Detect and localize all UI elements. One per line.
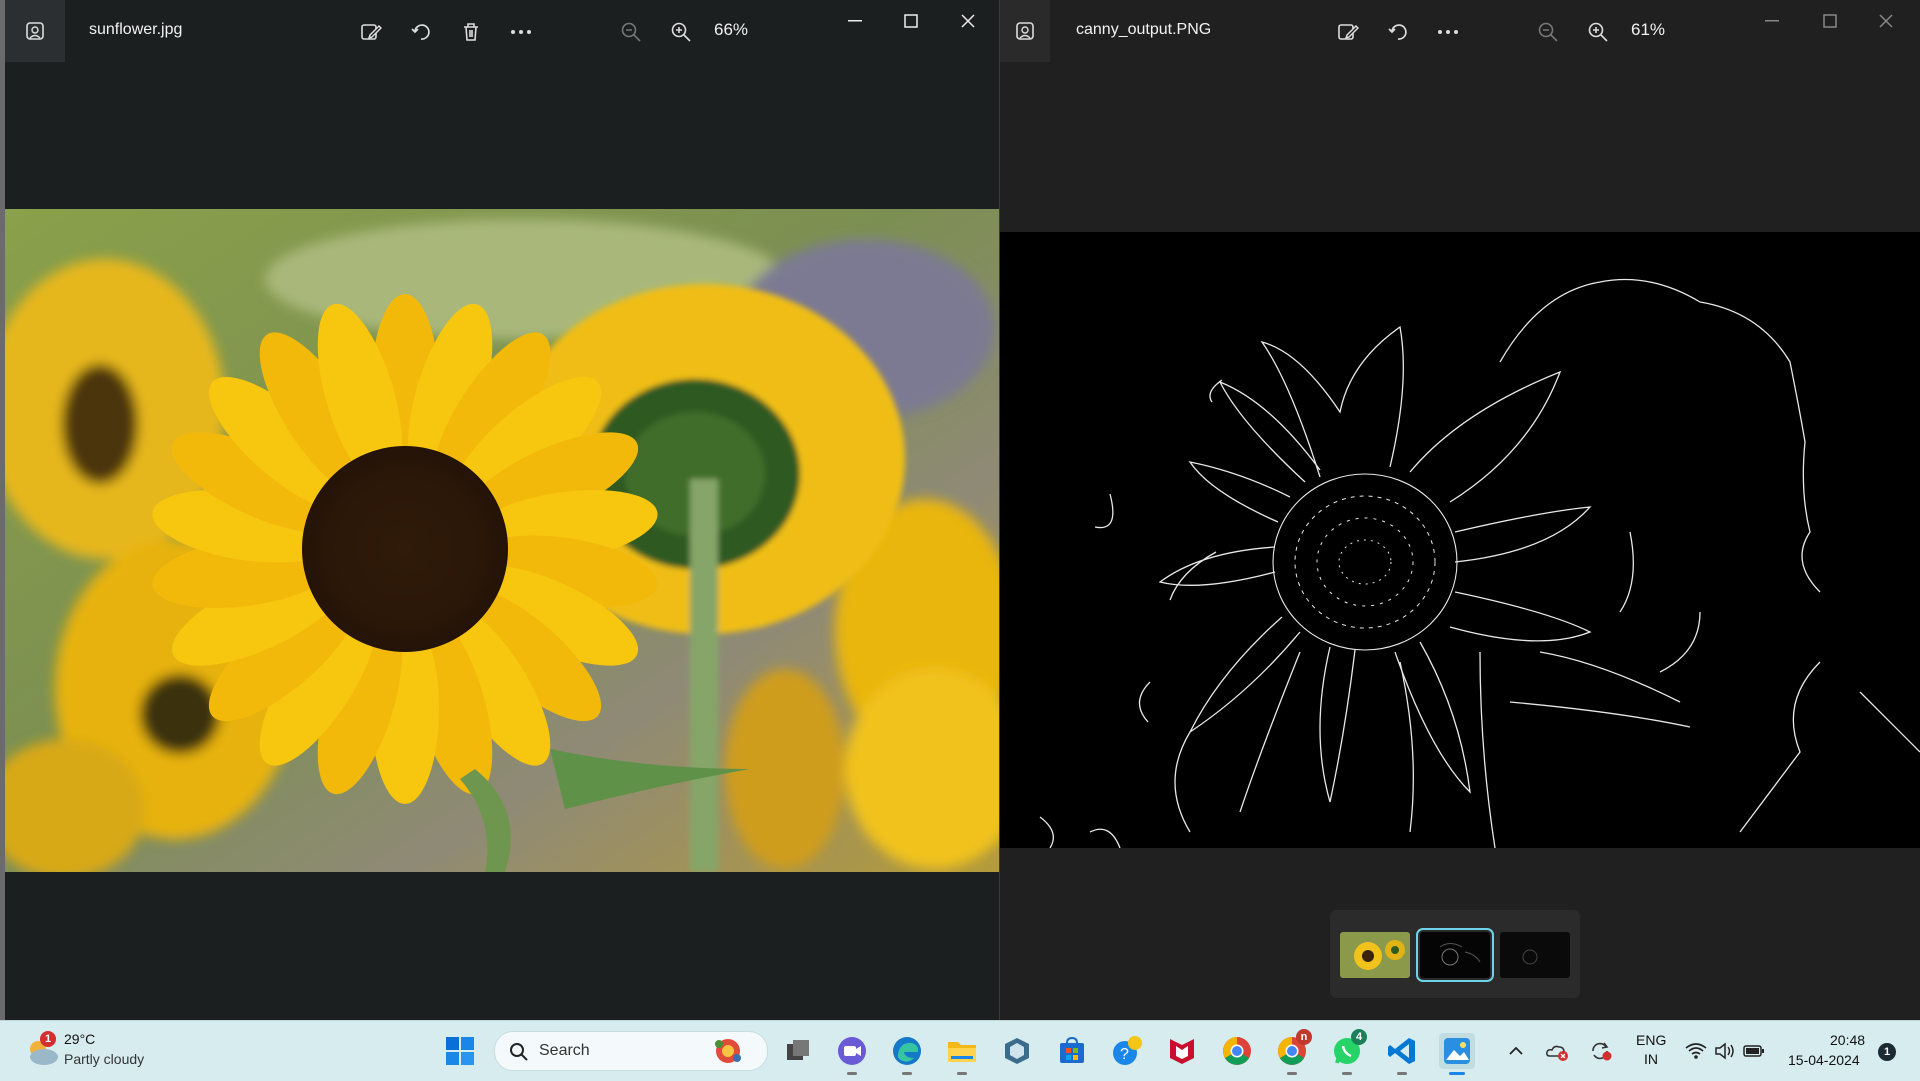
running-indicator [957, 1072, 967, 1075]
sync-icon[interactable] [1588, 1033, 1614, 1069]
edit-image-icon[interactable] [1332, 16, 1364, 48]
minimize-icon[interactable] [833, 6, 877, 36]
thumbnail-canny-output[interactable] [1416, 928, 1494, 982]
vpn-app-icon[interactable] [999, 1033, 1035, 1069]
zoom-out-icon[interactable] [1532, 16, 1564, 48]
delete-icon[interactable] [455, 16, 487, 48]
photos-app-icon[interactable] [5, 0, 65, 62]
thumbnail-edge-image[interactable] [1500, 932, 1570, 978]
canny-edge-image [1000, 232, 1920, 848]
whatsapp-icon[interactable]: 4 [1329, 1029, 1367, 1075]
titlebar: sunflower.jpg 66% [5, 0, 999, 62]
onedrive-error-icon[interactable] [1544, 1033, 1570, 1069]
whatsapp-badge: 4 [1351, 1029, 1367, 1045]
microsoft-store-icon[interactable] [1054, 1033, 1090, 1069]
search-box[interactable]: Search [494, 1031, 768, 1071]
minimize-icon[interactable] [1750, 6, 1794, 36]
search-highlight-icon [715, 1039, 741, 1063]
active-indicator [1449, 1072, 1465, 1075]
zoom-app-icon[interactable] [834, 1033, 870, 1075]
rotate-icon[interactable] [405, 16, 437, 48]
maximize-icon[interactable] [1808, 6, 1852, 36]
show-hidden-icons-chevron-icon[interactable] [1504, 1033, 1528, 1069]
weather-condition[interactable]: Partly cloudy [64, 1051, 144, 1067]
language-code[interactable]: ENG [1636, 1032, 1666, 1048]
zoom-level[interactable]: 61% [1631, 20, 1665, 40]
quick-assist-icon[interactable]: ? [1109, 1033, 1145, 1069]
search-icon [510, 1043, 528, 1061]
edge-icon[interactable] [889, 1033, 925, 1075]
more-options-icon[interactable] [1432, 16, 1464, 48]
photos-app-icon[interactable] [1000, 0, 1050, 62]
zoom-out-icon[interactable] [615, 16, 647, 48]
chrome-icon[interactable] [1219, 1033, 1255, 1069]
running-indicator [1287, 1072, 1297, 1075]
close-icon[interactable] [1864, 6, 1908, 36]
more-options-icon[interactable] [505, 16, 537, 48]
zoom-in-icon[interactable] [1582, 16, 1614, 48]
battery-icon[interactable] [1742, 1033, 1766, 1069]
chrome-badge: n [1296, 1029, 1312, 1045]
running-indicator [847, 1072, 857, 1075]
notification-count-badge[interactable]: 1 [1878, 1043, 1896, 1061]
language-region[interactable]: IN [1644, 1051, 1658, 1067]
weather-badge: 1 [40, 1031, 56, 1047]
close-icon[interactable] [946, 6, 990, 36]
zoom-in-icon[interactable] [665, 16, 697, 48]
thumbnail-sunflower[interactable] [1340, 932, 1410, 978]
running-indicator [1397, 1072, 1407, 1075]
filmstrip [1330, 910, 1580, 998]
weather-widget-icon[interactable]: 1 [22, 1031, 62, 1071]
edit-image-icon[interactable] [355, 16, 387, 48]
file-name: canny_output.PNG [1076, 21, 1212, 38]
mcafee-icon[interactable] [1164, 1033, 1200, 1069]
running-indicator [902, 1072, 912, 1075]
weather-temp[interactable]: 29°C [64, 1031, 95, 1047]
wifi-icon[interactable] [1684, 1033, 1708, 1069]
clock-date[interactable]: 15-04-2024 [1788, 1052, 1860, 1068]
svg-text:?: ? [1120, 1046, 1129, 1063]
search-placeholder: Search [539, 1042, 590, 1059]
task-view-icon[interactable] [780, 1033, 816, 1069]
taskbar: 1 29°C Partly cloudy Search ? n 4 ENG IN… [0, 1020, 1920, 1081]
maximize-icon[interactable] [889, 6, 933, 36]
clock-time[interactable]: 20:48 [1830, 1032, 1865, 1048]
titlebar: canny_output.PNG 61% [1000, 0, 1920, 62]
photos-icon[interactable] [1439, 1033, 1475, 1075]
photos-window-right: canny_output.PNG 61% [1000, 0, 1920, 1020]
file-name: sunflower.jpg [89, 21, 183, 38]
volume-icon[interactable] [1713, 1033, 1737, 1069]
file-explorer-icon[interactable] [944, 1033, 980, 1075]
start-button[interactable] [442, 1033, 478, 1069]
sunflower-photo [5, 209, 999, 872]
photos-window-left: sunflower.jpg 66% [5, 0, 1000, 1020]
running-indicator [1342, 1072, 1352, 1075]
chrome-profile-icon[interactable]: n [1274, 1029, 1312, 1075]
vscode-icon[interactable] [1384, 1033, 1420, 1075]
rotate-icon[interactable] [1382, 16, 1414, 48]
zoom-level[interactable]: 66% [714, 20, 748, 40]
